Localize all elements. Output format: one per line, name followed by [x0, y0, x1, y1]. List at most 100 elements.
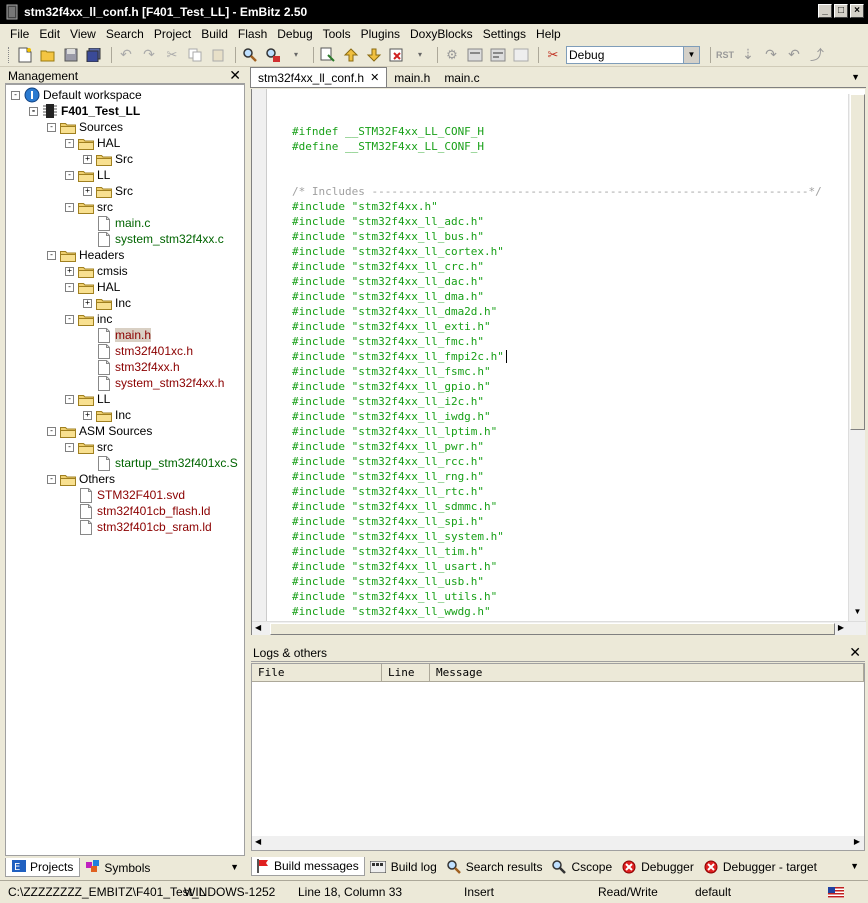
code-editor[interactable]: #ifndef __STM32F4xx_LL_CONF_H #define __S…: [251, 89, 866, 635]
save-icon[interactable]: [61, 45, 81, 65]
tree-item[interactable]: startup_stm32f401xc.S: [83, 455, 238, 471]
tree-item[interactable]: - Sources: [47, 119, 123, 135]
tree-item[interactable]: - src: [65, 199, 113, 215]
bookmark-next-icon[interactable]: [364, 45, 384, 65]
scroll-right-icon[interactable]: ▶: [854, 837, 860, 846]
menu-search[interactable]: Search: [101, 27, 149, 41]
collapse-icon[interactable]: -: [65, 394, 74, 404]
build-options-icon[interactable]: ✂: [543, 45, 563, 65]
tab-list-icon[interactable]: ▼: [230, 862, 239, 872]
save-all-icon[interactable]: [84, 45, 104, 65]
menu-settings[interactable]: Settings: [478, 27, 531, 41]
tree-item[interactable]: stm32f401cb_flash.ld: [65, 503, 210, 519]
horizontal-scroll-thumb[interactable]: [270, 623, 835, 635]
menu-view[interactable]: View: [65, 27, 101, 41]
collapse-icon[interactable]: -: [29, 106, 38, 116]
tree-item[interactable]: - Headers: [47, 247, 124, 263]
tree-item[interactable]: - F401_Test_LL: [29, 103, 140, 119]
tree-item[interactable]: - Default workspace: [11, 87, 142, 103]
tree-item[interactable]: stm32f4xx.h: [83, 359, 180, 375]
tree-item[interactable]: + Inc: [83, 407, 131, 423]
tab-list-icon[interactable]: ▼: [851, 72, 860, 82]
editor-tab[interactable]: main.h: [387, 68, 437, 87]
tree-item[interactable]: system_stm32f4xx.c: [83, 231, 224, 247]
code-content[interactable]: #ifndef __STM32F4xx_LL_CONF_H #define __S…: [292, 124, 822, 619]
compile-icon[interactable]: [465, 45, 485, 65]
collapse-icon[interactable]: -: [65, 202, 74, 212]
redo-icon[interactable]: ↷: [139, 45, 159, 65]
collapse-icon[interactable]: -: [65, 442, 74, 452]
menu-build[interactable]: Build: [196, 27, 233, 41]
close-button[interactable]: ×: [850, 4, 864, 18]
column-header-message[interactable]: Message: [430, 664, 864, 682]
column-header-file[interactable]: File: [252, 664, 382, 682]
tree-item[interactable]: - LL: [65, 391, 110, 407]
editor-tab[interactable]: stm32f4xx_ll_conf.h ✕: [250, 67, 388, 87]
horizontal-scrollbar[interactable]: ◀ ▶: [252, 836, 864, 850]
tree-item[interactable]: - ASM Sources: [47, 423, 152, 439]
find-icon[interactable]: [240, 45, 260, 65]
expand-icon[interactable]: +: [65, 266, 74, 276]
tree-item[interactable]: main.h: [83, 327, 152, 343]
vertical-scrollbar[interactable]: ▼: [848, 94, 865, 621]
build-icon[interactable]: ⚙: [442, 45, 462, 65]
debug-reset-icon[interactable]: RST: [715, 45, 735, 65]
tab-search-results[interactable]: Search results: [442, 857, 548, 876]
tree-item[interactable]: - LL: [65, 167, 110, 183]
tab-build-messages[interactable]: Build messages: [251, 857, 365, 876]
tree-item[interactable]: + cmsis: [65, 263, 128, 279]
scroll-left-icon[interactable]: ◀: [255, 837, 261, 846]
collapse-icon[interactable]: -: [47, 250, 56, 260]
open-folder-icon[interactable]: [38, 45, 58, 65]
menu-plugins[interactable]: Plugins: [356, 27, 405, 41]
tree-item[interactable]: + Src: [83, 183, 133, 199]
tree-item[interactable]: - Others: [47, 471, 115, 487]
tree-item[interactable]: stm32f401xc.h: [83, 343, 193, 359]
tree-item[interactable]: + Inc: [83, 295, 131, 311]
tree-item[interactable]: system_stm32f4xx.h: [83, 375, 224, 391]
menu-tools[interactable]: Tools: [318, 27, 356, 41]
tree-item[interactable]: + Src: [83, 151, 133, 167]
collapse-icon[interactable]: -: [47, 122, 56, 132]
build-target-select[interactable]: Debug ▼: [566, 45, 700, 64]
dropdown-icon[interactable]: ▾: [286, 45, 306, 65]
expand-icon[interactable]: +: [83, 298, 92, 308]
tab-cscope[interactable]: Cscope: [547, 857, 617, 876]
jump-icon[interactable]: [318, 45, 338, 65]
collapse-icon[interactable]: -: [47, 474, 56, 484]
tab-build-log[interactable]: Build log: [365, 857, 442, 876]
rebuild-icon[interactable]: [488, 45, 508, 65]
clean-icon[interactable]: [511, 45, 531, 65]
cut-icon[interactable]: ✂: [162, 45, 182, 65]
expand-icon[interactable]: +: [83, 410, 92, 420]
menu-edit[interactable]: Edit: [34, 27, 65, 41]
bookmark-clear-icon[interactable]: [387, 45, 407, 65]
column-header-line[interactable]: Line: [382, 664, 430, 682]
vertical-scroll-thumb[interactable]: [850, 94, 865, 430]
collapse-icon[interactable]: -: [65, 138, 74, 148]
scroll-left-icon[interactable]: ◀: [255, 623, 261, 632]
bookmark-prev-icon[interactable]: [341, 45, 361, 65]
close-icon[interactable]: ✕: [849, 644, 861, 661]
minimize-button[interactable]: _: [818, 4, 832, 18]
tab-projects[interactable]: E Projects: [5, 858, 81, 877]
editor-tab[interactable]: main.c: [437, 68, 486, 87]
tree-item[interactable]: stm32f401cb_sram.ld: [65, 519, 212, 535]
tree-item[interactable]: main.c: [83, 215, 150, 231]
tree-item[interactable]: - src: [65, 439, 113, 455]
dropdown-icon[interactable]: ▾: [410, 45, 430, 65]
tab-debugger[interactable]: Debugger: [617, 857, 699, 876]
maximize-button[interactable]: □: [834, 4, 848, 18]
menu-debug[interactable]: Debug: [272, 27, 317, 41]
replace-icon[interactable]: [263, 45, 283, 65]
horizontal-scrollbar[interactable]: ◀ ▶: [252, 621, 866, 635]
close-icon[interactable]: ✕: [229, 67, 241, 84]
step-out-icon[interactable]: ↶: [784, 45, 804, 65]
paste-icon[interactable]: [208, 45, 228, 65]
step-over-icon[interactable]: ↷: [761, 45, 781, 65]
scroll-right-icon[interactable]: ▶: [838, 623, 844, 632]
collapse-icon[interactable]: -: [11, 90, 20, 100]
tab-debugger-target[interactable]: Debugger - target: [699, 857, 822, 876]
collapse-icon[interactable]: -: [65, 282, 74, 292]
scroll-down-icon[interactable]: ▼: [851, 607, 864, 621]
